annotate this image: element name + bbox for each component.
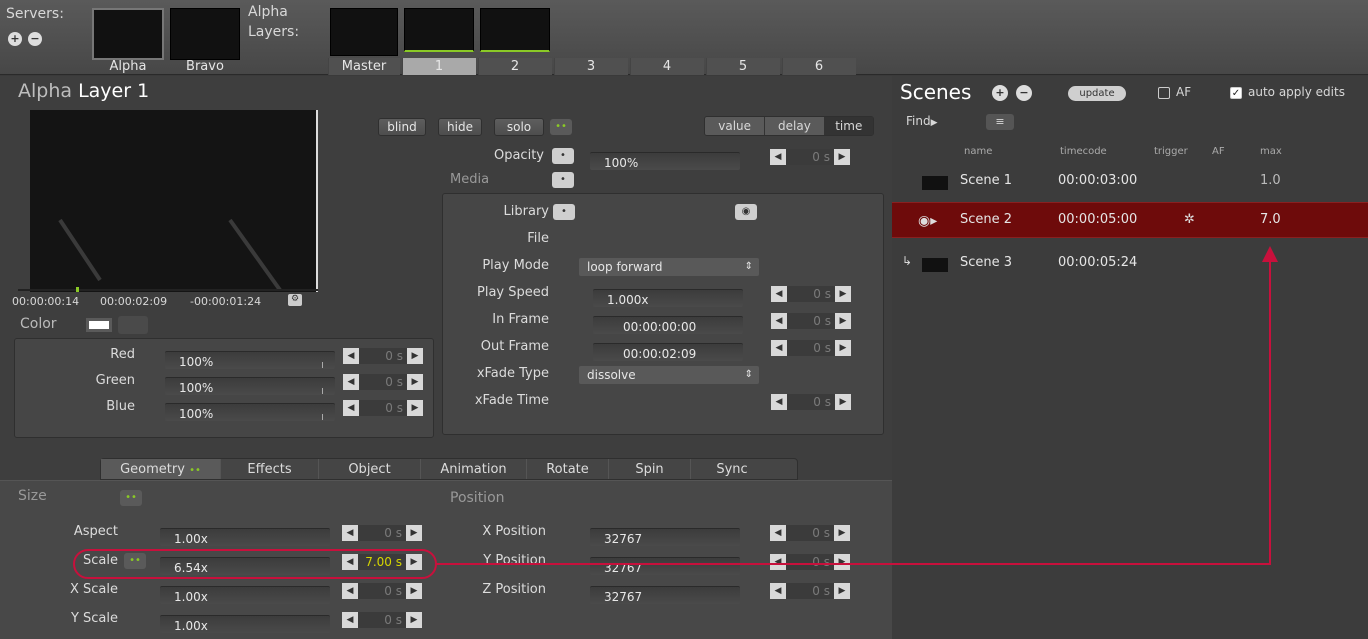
annotation-overlay [73, 246, 1278, 579]
annotation-arrow-line [436, 258, 1271, 565]
annotation-arrow-head [1262, 246, 1278, 262]
scale-highlight-ellipse [73, 549, 437, 579]
